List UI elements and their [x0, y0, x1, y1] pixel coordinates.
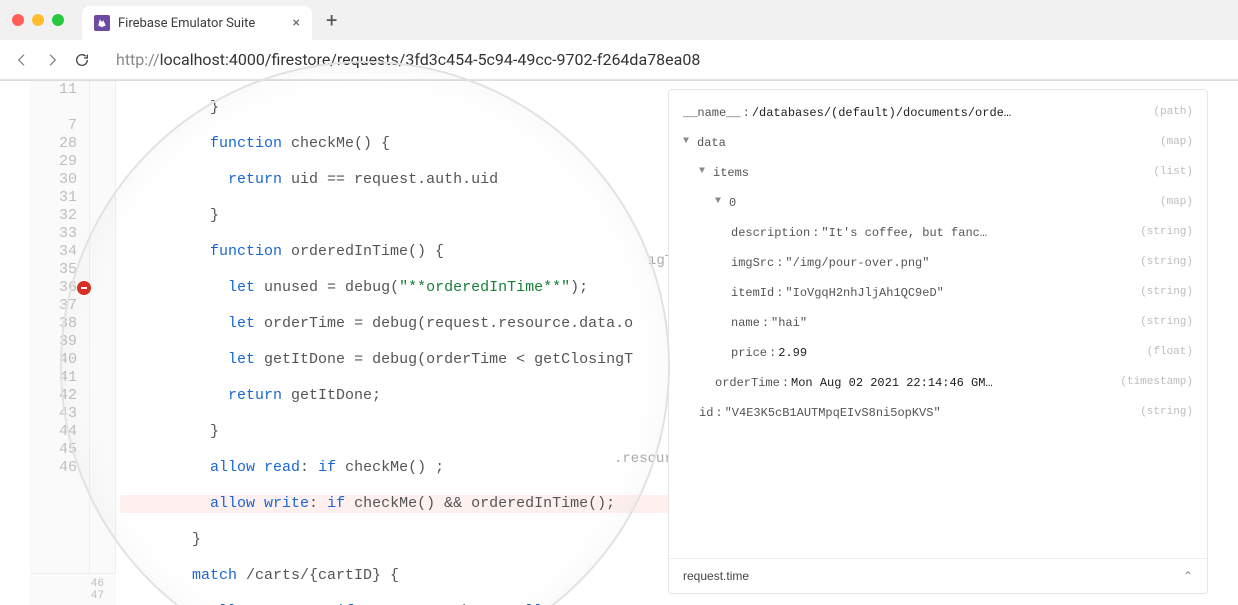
line-number: 42	[30, 387, 77, 405]
line-number: 11	[30, 81, 77, 99]
line-number: 39	[30, 333, 77, 351]
caret-down-icon[interactable]: ▼	[715, 196, 725, 207]
field-row-index0[interactable]: ▼0 (map)	[683, 196, 1193, 210]
gutter-spacer	[90, 81, 116, 605]
tab-close-icon[interactable]: ×	[293, 15, 300, 31]
reload-button[interactable]	[74, 52, 90, 68]
line-number: 28	[30, 135, 77, 153]
line-number-gutter: 11 7 28 29 30 31 32 33 34 35 36 37 38 39…	[30, 81, 90, 605]
nav-bar: http://localhost:4000/firestore/requests…	[0, 40, 1238, 80]
url-protocol: http://	[116, 50, 160, 69]
details-body: __name__: /databases/(default)/documents…	[669, 90, 1207, 558]
caret-down-icon[interactable]: ▼	[683, 136, 693, 147]
code-line: }	[120, 531, 668, 549]
back-button[interactable]	[14, 52, 30, 68]
code-line: let unused = debug("**orderedInTime**");	[120, 279, 668, 297]
line-number: 31	[30, 189, 77, 207]
field-row-ordertime[interactable]: orderTime: Mon Aug 02 2021 22:14:46 GM… …	[683, 376, 1193, 390]
line-number: 46	[30, 459, 77, 477]
line-number: 33	[30, 225, 77, 243]
code-line: let getItDone = debug(orderTime < getClo…	[120, 351, 668, 369]
line-number: 34	[30, 243, 77, 261]
field-row-description[interactable]: description: "It's coffee, but fanc… (st…	[683, 226, 1193, 240]
field-row-imgsrc[interactable]: imgSrc: "/img/pour-over.png" (string)	[683, 256, 1193, 270]
browser-tab[interactable]: Firebase Emulator Suite ×	[82, 6, 312, 40]
tab-title: Firebase Emulator Suite	[118, 16, 285, 31]
line-number: 35	[30, 261, 77, 279]
code-line: return getItDone;	[120, 387, 668, 405]
code-line: function checkMe() {	[120, 135, 668, 153]
code-text[interactable]: } function checkMe() { return uid == req…	[116, 81, 668, 605]
line-number: 40	[30, 351, 77, 369]
code-line: let orderTime = debug(request.resource.d…	[120, 315, 668, 333]
gutter-bottom: 46 47	[30, 573, 116, 605]
line-number: 36	[30, 279, 77, 297]
browser-chrome: Firebase Emulator Suite × + http://local…	[0, 0, 1238, 81]
page-content: 11 7 28 29 30 31 32 33 34 35 36 37 38 39…	[0, 81, 1238, 605]
new-tab-button[interactable]: +	[312, 8, 351, 32]
line-number: 37	[30, 297, 77, 315]
line-number: 44	[30, 423, 77, 441]
chevron-up-icon[interactable]: ⌃	[1183, 569, 1193, 583]
close-window-button[interactable]	[12, 14, 24, 26]
line-number: 38	[30, 315, 77, 333]
error-marker-icon[interactable]	[77, 281, 91, 295]
line-number: 43	[30, 405, 77, 423]
line-number: 41	[30, 369, 77, 387]
line-number: 45	[30, 441, 77, 459]
code-line-error: allow write: if checkMe() && orderedInTi…	[120, 495, 668, 513]
address-bar[interactable]: http://localhost:4000/firestore/requests…	[104, 46, 1224, 74]
firebase-favicon-icon	[94, 15, 110, 31]
line-number: 29	[30, 153, 77, 171]
tab-bar: Firebase Emulator Suite × +	[0, 0, 1238, 40]
url-path: localhost:4000/firestore/requests/3fd3c4…	[160, 50, 701, 69]
request-details-panel: __name__: /databases/(default)/documents…	[668, 89, 1208, 594]
minimize-window-button[interactable]	[32, 14, 44, 26]
section-label: request.time	[683, 569, 749, 583]
line-number: 30	[30, 171, 77, 189]
maximize-window-button[interactable]	[52, 14, 64, 26]
window-controls	[12, 14, 64, 26]
caret-down-icon[interactable]: ▼	[699, 166, 709, 177]
code-line: }	[120, 423, 668, 441]
field-row-itemid[interactable]: itemId: "IoVgqH2nhJljAh1QC9eD" (string)	[683, 286, 1193, 300]
code-line: }	[120, 207, 668, 225]
code-line: return uid == request.auth.uid	[120, 171, 668, 189]
rules-code-editor: 11 7 28 29 30 31 32 33 34 35 36 37 38 39…	[30, 81, 668, 605]
field-row-id[interactable]: id: "V4E3K5cB1AUTMpqEIvS8ni5opKVS" (stri…	[683, 406, 1193, 420]
forward-button[interactable]	[44, 52, 60, 68]
line-number: 32	[30, 207, 77, 225]
field-row-price[interactable]: price: 2.99 (float)	[683, 346, 1193, 360]
code-line: function orderedInTime() {	[120, 243, 668, 261]
field-row-data[interactable]: ▼data (map)	[683, 136, 1193, 150]
code-line: }	[120, 99, 668, 117]
field-row-items[interactable]: ▼items (list)	[683, 166, 1193, 180]
line-number	[30, 99, 77, 117]
code-line: allow read: if checkMe() ;	[120, 459, 668, 477]
details-section-request-time[interactable]: request.time ⌃	[669, 558, 1207, 593]
field-row-name[interactable]: __name__: /databases/(default)/documents…	[683, 106, 1193, 120]
field-row-name-field[interactable]: name: "hai" (string)	[683, 316, 1193, 330]
code-line: match /carts/{cartID} {	[120, 567, 668, 585]
line-number: 7	[30, 117, 77, 135]
